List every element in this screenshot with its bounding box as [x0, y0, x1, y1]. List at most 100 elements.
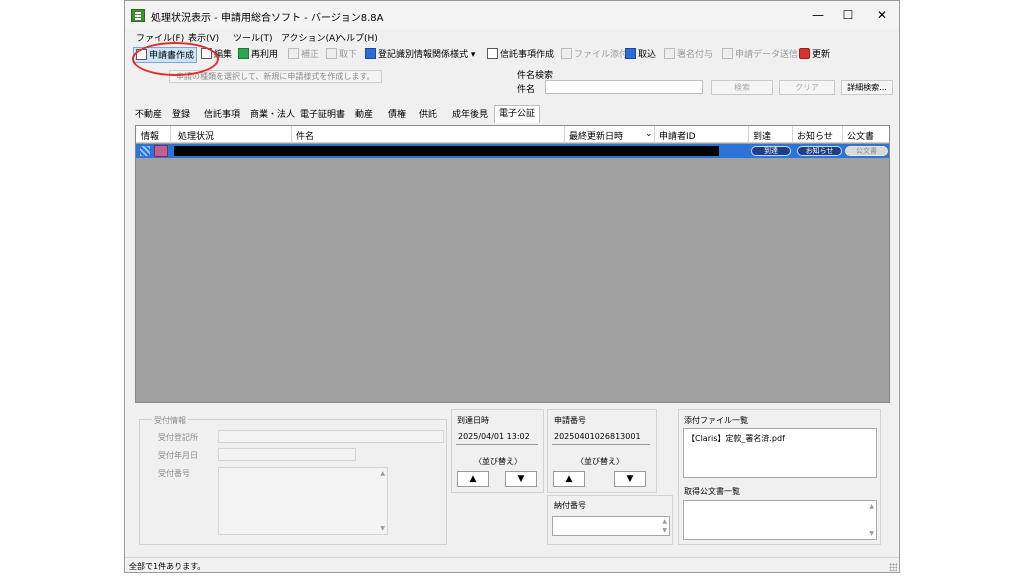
menu-tools[interactable]: ツール(T): [233, 31, 273, 44]
toolbar: 申請書作成 編集 再利用 補正 取下 登記識別情報関係様式 ▾ 信託事項作成 フ…: [125, 45, 899, 65]
reception-title: 受付情報: [152, 415, 188, 426]
application-sort-down-button[interactable]: ▼: [614, 471, 646, 487]
import-icon: [625, 48, 636, 59]
col-updated[interactable]: 最終更新日時: [569, 129, 623, 142]
attach-file-button[interactable]: ファイル添付: [561, 47, 628, 63]
minimize-button[interactable]: —: [801, 5, 835, 25]
clear-button[interactable]: クリア: [779, 80, 835, 95]
payment-number-title: 納付番号: [554, 501, 586, 510]
status-text: 全部で1件あります。: [129, 562, 206, 571]
resize-grip-icon[interactable]: [889, 563, 897, 571]
app-window: 処理状況表示 - 申請用総合ソフト - バージョン8.8A — ☐ ✕ ファイル…: [124, 0, 900, 573]
list-header: 情報 処理状況 件名 最終更新日時 ⌄ 申請者ID 到達 お知らせ 公文書: [136, 126, 889, 143]
reception-info-panel: 受付情報 受付登記所 受付年月日 受付番号 ▲ ▼: [139, 415, 447, 545]
arrival-title: 到達日時: [457, 416, 489, 425]
col-applicant-id[interactable]: 申請者ID: [659, 129, 696, 142]
sign-icon: [664, 48, 675, 59]
refresh-button[interactable]: 更新: [799, 47, 830, 63]
col-info[interactable]: 情報: [141, 129, 159, 142]
maximize-button[interactable]: ☐: [831, 5, 865, 25]
detail-search-button[interactable]: 詳細検索...: [841, 80, 893, 95]
arrival-sort-up-button[interactable]: ▲: [457, 471, 489, 487]
table-row[interactable]: 到達 お知らせ 公文書: [136, 144, 889, 158]
trust-icon: [487, 48, 498, 59]
col-arrival[interactable]: 到達: [753, 129, 771, 142]
official-docs-title: 取得公文書一覧: [684, 487, 740, 496]
tab-notary[interactable]: 電子公証: [494, 105, 541, 123]
arrival-value: 2025/04/01 13:02: [458, 432, 530, 441]
tab-claims[interactable]: 債権: [388, 107, 406, 123]
application-list: 情報 処理状況 件名 最終更新日時 ⌄ 申請者ID 到達 お知らせ 公文書 到達…: [135, 125, 890, 403]
title-search-input[interactable]: [545, 80, 703, 94]
tab-trust[interactable]: 信託事項: [204, 107, 240, 123]
tab-certificate[interactable]: 電子証明書: [300, 107, 345, 123]
send-icon: [722, 48, 733, 59]
reception-office-field: [218, 430, 444, 443]
sign-button[interactable]: 署名付与: [664, 47, 713, 63]
application-number-panel: 申請番号 20250401026813001 〈並び替え〉 ▲ ▼: [547, 409, 657, 493]
menu-view[interactable]: 表示(V): [188, 31, 219, 44]
registry-format-button[interactable]: 登記識別情報関係様式 ▾: [365, 47, 475, 63]
reception-number-field[interactable]: ▲ ▼: [218, 467, 388, 535]
application-number-title: 申請番号: [554, 416, 586, 425]
tab-deposit[interactable]: 供託: [419, 107, 437, 123]
attachments-title: 添付ファイル一覧: [684, 416, 748, 425]
tab-registration[interactable]: 登録: [172, 107, 190, 123]
tab-guardianship[interactable]: 成年後見: [452, 107, 488, 123]
status-icon: [154, 145, 168, 157]
withdraw-icon: [326, 48, 337, 59]
refresh-icon: [799, 48, 810, 59]
menu-bar: ファイル(F) 表示(V) ツール(T) アクション(A) ヘルプ(H): [125, 29, 899, 45]
sort-indicator-icon: ⌄: [645, 129, 653, 139]
scroll-down-icon[interactable]: ▼: [662, 527, 667, 534]
redacted-content: [174, 146, 719, 156]
payment-number-field[interactable]: ▲ ▼: [552, 516, 670, 536]
scroll-up-icon[interactable]: ▲: [869, 503, 874, 510]
application-number-value: 20250401026813001: [554, 432, 641, 441]
title-search-panel: 件名検索 件名 検索 クリア 詳細検索...: [517, 68, 894, 106]
notice-button[interactable]: お知らせ: [797, 146, 842, 156]
reception-date-field: [218, 448, 356, 461]
reception-office-label: 受付登記所: [158, 433, 198, 442]
scroll-down-icon[interactable]: ▼: [380, 525, 385, 532]
arrival-button[interactable]: 到達: [751, 146, 791, 156]
scroll-down-icon[interactable]: ▼: [869, 530, 874, 537]
withdraw-button[interactable]: 取下: [326, 47, 357, 63]
tab-commercial[interactable]: 商業・法人: [250, 107, 295, 123]
attachments-list[interactable]: 【Claris】定款_署名済.pdf: [683, 428, 877, 478]
dropdown-arrow-icon: ▾: [468, 50, 476, 60]
official-doc-button[interactable]: 公文書: [845, 146, 888, 156]
col-notice[interactable]: お知らせ: [797, 129, 833, 142]
attachment-item[interactable]: 【Claris】定款_署名済.pdf: [687, 433, 785, 444]
application-sort-up-button[interactable]: ▲: [553, 471, 585, 487]
reception-number-label: 受付番号: [158, 469, 190, 478]
attachments-panel: 添付ファイル一覧 【Claris】定款_署名済.pdf 取得公文書一覧 ▲ ▼: [678, 409, 881, 545]
payment-number-panel: 納付番号 ▲ ▼: [547, 495, 673, 545]
close-button[interactable]: ✕: [865, 5, 899, 25]
menu-action[interactable]: アクション(A): [281, 31, 339, 44]
correct-icon: [288, 48, 299, 59]
import-button[interactable]: 取込: [625, 47, 656, 63]
correct-button[interactable]: 補正: [288, 47, 319, 63]
trust-create-button[interactable]: 信託事項作成: [487, 47, 554, 63]
col-status[interactable]: 処理状況: [178, 129, 214, 142]
reuse-button[interactable]: 再利用: [238, 47, 278, 63]
scroll-up-icon[interactable]: ▲: [380, 470, 385, 477]
menu-help[interactable]: ヘルプ(H): [337, 31, 378, 44]
send-data-button[interactable]: 申請データ送信: [722, 47, 798, 63]
window-title: 処理状況表示 - 申請用総合ソフト - バージョン8.8A: [151, 13, 384, 24]
search-button[interactable]: 検索: [711, 80, 773, 95]
info-icon: [140, 146, 150, 156]
arrival-panel: 到達日時 2025/04/01 13:02 〈並び替え〉 ▲ ▼: [451, 409, 544, 493]
scroll-up-icon[interactable]: ▲: [662, 518, 667, 525]
col-official-doc[interactable]: 公文書: [847, 129, 874, 142]
reuse-icon: [238, 48, 249, 59]
tab-real-estate[interactable]: 不動産: [135, 107, 162, 123]
title-bar: 処理状況表示 - 申請用総合ソフト - バージョン8.8A — ☐ ✕: [125, 1, 899, 29]
arrival-sort-down-button[interactable]: ▼: [505, 471, 537, 487]
tab-movables[interactable]: 動産: [355, 107, 373, 123]
search-label: 件名: [517, 85, 536, 95]
official-docs-list[interactable]: ▲ ▼: [683, 500, 877, 540]
col-title[interactable]: 件名: [296, 129, 314, 142]
attach-icon: [561, 48, 572, 59]
